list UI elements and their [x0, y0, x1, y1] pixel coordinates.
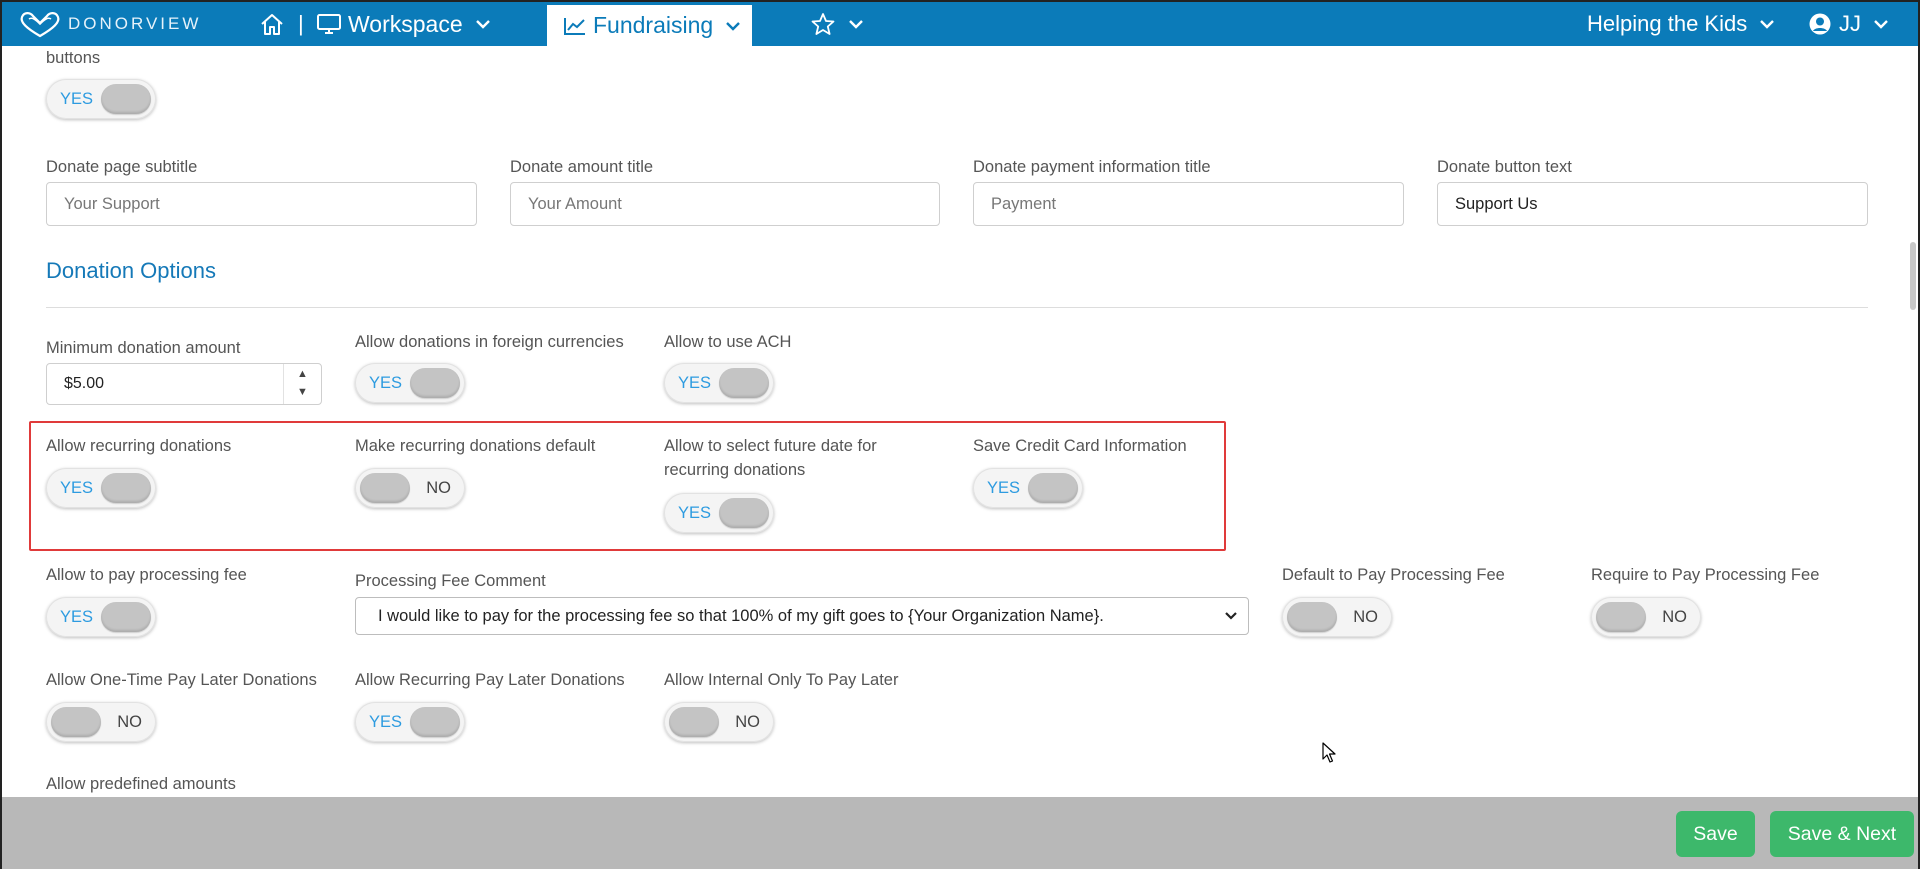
toggle-knob	[1596, 602, 1646, 632]
min-donation-stepper[interactable]: $5.00 ▲ ▼	[46, 363, 322, 405]
donate-payment-title-label: Donate payment information title	[973, 158, 1211, 176]
min-donation-value: $5.00	[64, 375, 105, 392]
default-fee-label: Default to Pay Processing Fee	[1282, 566, 1505, 584]
user-initials: JJ	[1839, 11, 1861, 36]
require-fee-toggle[interactable]: NO	[1591, 597, 1701, 637]
nav-fundraising-label: Fundraising	[593, 12, 714, 38]
toggle-state-text: YES	[60, 90, 94, 108]
donate-amount-title-input[interactable]: Your Amount	[510, 182, 940, 226]
section-title-donation-options: Donation Options	[46, 258, 216, 283]
toggle-knob	[410, 368, 460, 398]
user-menu[interactable]: JJ	[1808, 2, 1889, 46]
fee-comment-label: Processing Fee Comment	[355, 572, 546, 590]
star-icon	[811, 13, 835, 35]
nav-separator: |	[298, 11, 304, 36]
onetime-later-toggle[interactable]: NO	[46, 702, 156, 742]
chevron-down-icon	[475, 20, 490, 29]
ach-label: Allow to use ACH	[664, 333, 792, 351]
toggle-state-text: NO	[1353, 608, 1378, 626]
hands-heart-icon	[20, 12, 60, 38]
highlight-box	[29, 421, 1226, 551]
donate-amount-title-label: Donate amount title	[510, 158, 654, 176]
toggle-knob	[669, 707, 719, 737]
onetime-later-label: Allow One-Time Pay Later Donations	[46, 671, 317, 689]
toggle-state-text: NO	[117, 713, 142, 731]
toggle-knob	[719, 368, 769, 398]
min-donation-label: Minimum donation amount	[46, 339, 241, 357]
foreign-currency-toggle[interactable]: YES	[355, 363, 465, 403]
mouse-cursor-icon	[1322, 742, 1336, 763]
pay-fee-toggle[interactable]: YES	[46, 597, 156, 637]
toggle-knob	[410, 707, 460, 737]
save-button[interactable]: Save	[1676, 811, 1755, 857]
donate-subtitle-label: Donate page subtitle	[46, 158, 198, 176]
require-fee-label: Require to Pay Processing Fee	[1591, 566, 1820, 584]
toggle-state-text: YES	[369, 713, 403, 731]
toggle-state-text: YES	[60, 608, 94, 626]
toggle-knob	[1287, 602, 1337, 632]
organization-name: Helping the Kids	[1587, 11, 1748, 36]
chevron-down-icon	[1225, 612, 1237, 620]
organization-selector[interactable]: Helping the Kids	[1587, 2, 1775, 46]
fee-comment-selected: I would like to pay for the processing f…	[378, 606, 1104, 625]
toggle-state-text: NO	[735, 713, 760, 731]
home-button[interactable]	[259, 2, 285, 46]
user-circle-icon	[1809, 13, 1831, 35]
save-next-button[interactable]: Save & Next	[1770, 811, 1914, 857]
top-navbar: DONORVIEW | Workspace Fundraising Helpin…	[2, 2, 1918, 46]
fee-comment-select[interactable]: I would like to pay for the processing f…	[355, 597, 1249, 635]
pay-fee-label: Allow to pay processing fee	[46, 566, 247, 584]
predefined-amounts-label: Allow predefined amounts	[46, 775, 236, 793]
toggle-state-text: NO	[1662, 608, 1687, 626]
toggle-knob	[101, 602, 151, 632]
chevron-down-icon	[1760, 20, 1775, 29]
arrow-up-icon[interactable]: ▲	[297, 368, 308, 380]
chevron-down-icon	[849, 20, 863, 29]
toggle-state-text: YES	[369, 374, 403, 392]
partial-field-toggle[interactable]: YES	[46, 79, 156, 119]
donate-button-text-input[interactable]: Support Us	[1437, 182, 1868, 226]
scrollbar-thumb[interactable]	[1910, 242, 1916, 310]
recurring-later-toggle[interactable]: YES	[355, 702, 465, 742]
default-fee-toggle[interactable]: NO	[1282, 597, 1392, 637]
stepper-arrows[interactable]: ▲ ▼	[283, 364, 321, 404]
donate-subtitle-input[interactable]: Your Support	[46, 182, 477, 226]
nav-workspace-label: Workspace	[348, 10, 463, 37]
donate-button-text-label: Donate button text	[1437, 158, 1572, 176]
toggle-knob	[101, 84, 151, 114]
section-divider	[46, 307, 1868, 308]
ach-toggle[interactable]: YES	[664, 363, 774, 403]
nav-favorites[interactable]	[810, 2, 864, 46]
chevron-down-icon	[1874, 20, 1888, 29]
brand-name: DONORVIEW	[68, 14, 202, 33]
chart-line-icon	[564, 17, 585, 35]
partial-field-label: buttons	[46, 49, 101, 67]
internal-later-label: Allow Internal Only To Pay Later	[664, 671, 899, 689]
chevron-down-icon	[726, 21, 741, 31]
brand-logo[interactable]: DONORVIEW	[18, 10, 201, 38]
nav-workspace[interactable]: Workspace	[316, 2, 491, 46]
donate-payment-title-input[interactable]: Payment	[973, 182, 1404, 226]
home-icon	[261, 14, 283, 35]
nav-fundraising[interactable]: Fundraising	[547, 5, 752, 46]
foreign-currency-label: Allow donations in foreign currencies	[355, 333, 624, 351]
toggle-state-text: YES	[678, 374, 712, 392]
recurring-later-label: Allow Recurring Pay Later Donations	[355, 671, 625, 689]
toggle-knob	[51, 707, 101, 737]
footer-bar: Save Save & Next	[2, 797, 1918, 869]
internal-later-toggle[interactable]: NO	[664, 702, 774, 742]
monitor-icon	[317, 14, 341, 34]
arrow-down-icon[interactable]: ▼	[297, 386, 308, 398]
